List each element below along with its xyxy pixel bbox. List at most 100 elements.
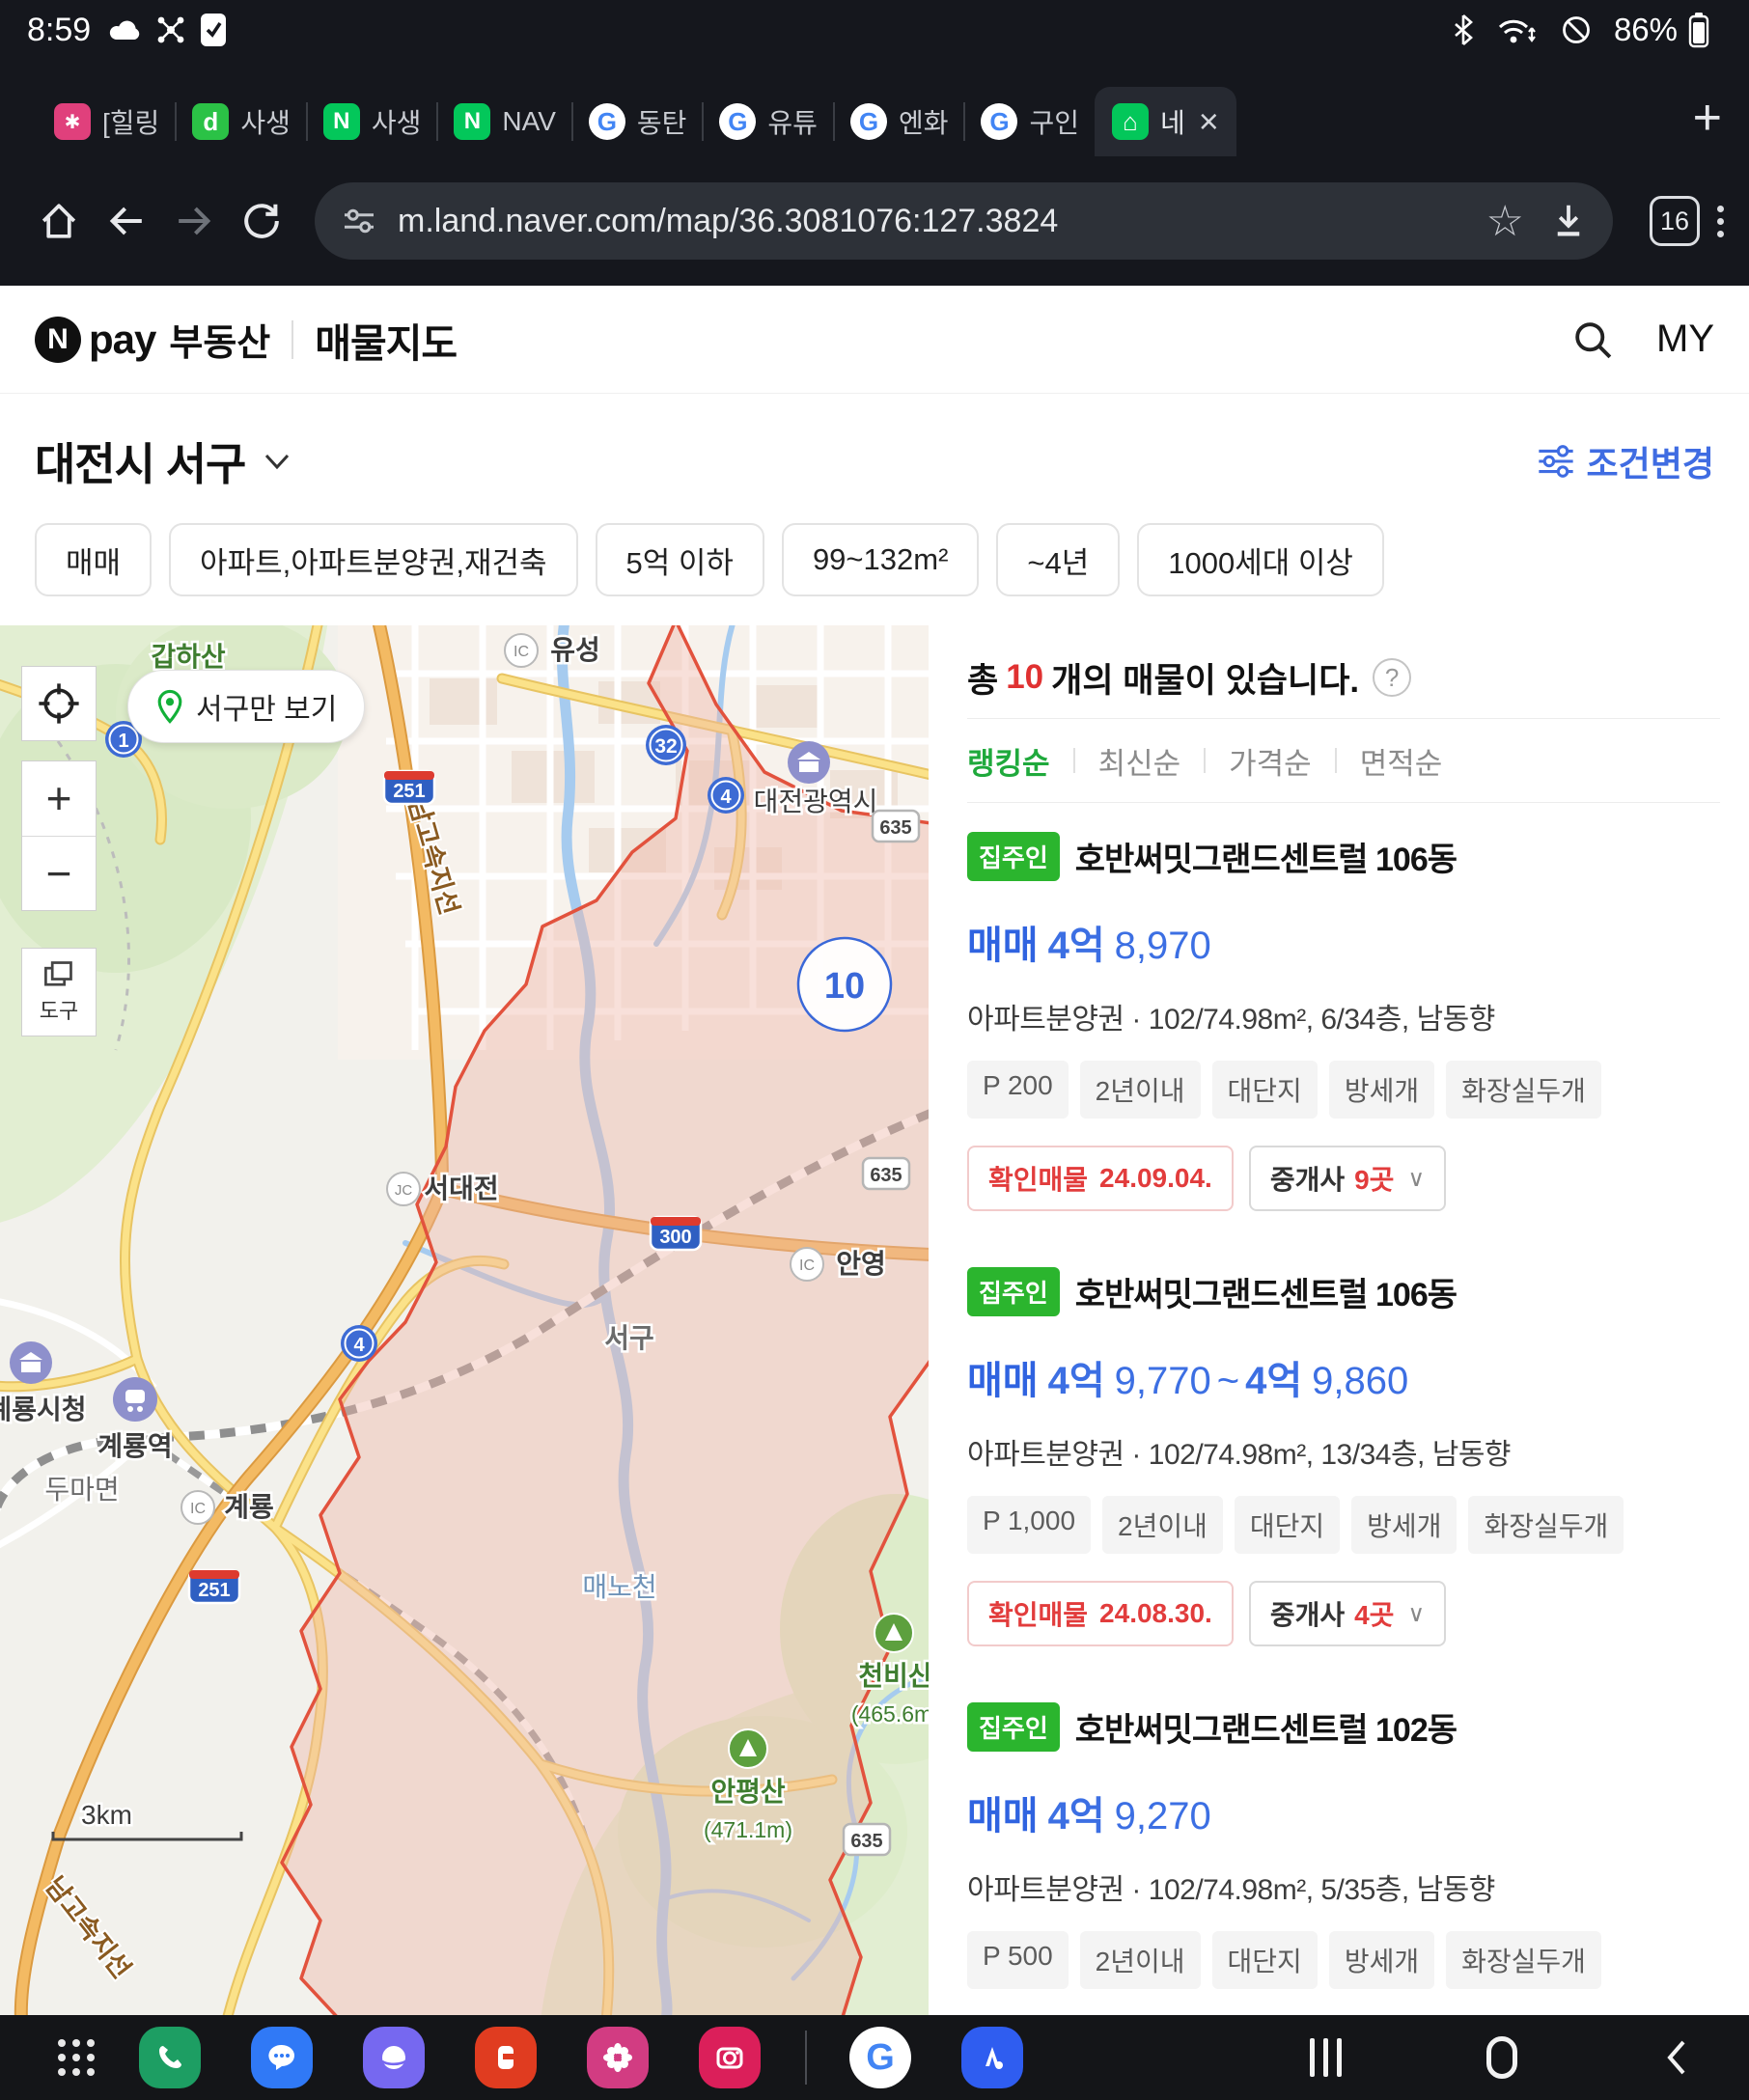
listing-detail: 아파트분양권 · 102/74.98m², 5/35층, 남동향 (967, 1865, 1720, 1908)
total-prefix: 총 (967, 653, 998, 703)
npay-logo[interactable]: N (35, 317, 81, 363)
naver-land-app-icon[interactable] (961, 2027, 1023, 2088)
route-shield-4-b: 4 (341, 1325, 377, 1362)
bookmark-star-icon[interactable]: ☆ (1486, 197, 1524, 246)
listing-title[interactable]: 호반써밋그랜드센트럴 106동 (1075, 833, 1457, 880)
google-favicon: G (589, 103, 625, 140)
menu-kebab-icon[interactable] (1717, 200, 1724, 243)
close-tab-icon[interactable]: × (1199, 101, 1219, 142)
svg-text:(471.1m): (471.1m) (704, 1817, 792, 1842)
owner-badge: 집주인 (967, 1702, 1060, 1752)
url-text[interactable]: m.land.naver.com/map/36.3081076:127.3824 (398, 203, 1477, 240)
filter-chip-area[interactable]: 99~132m² (782, 523, 979, 596)
agent-count-dropdown[interactable]: 중개사 4곳 ∨ (1249, 1581, 1446, 1646)
tab-healing[interactable]: ✱ [힐링 (39, 87, 175, 156)
phone-app-icon[interactable] (139, 2027, 201, 2088)
filter-chip-age[interactable]: ~4년 (996, 523, 1120, 596)
map-label-dumamyeon: 두마면 (44, 1475, 119, 1505)
red-app-icon[interactable] (475, 2027, 537, 2088)
layers-icon (42, 959, 75, 990)
zoom-control: + − (21, 760, 97, 911)
tab-google-jobs[interactable]: G 구인 (965, 87, 1095, 156)
download-icon[interactable] (1549, 200, 1588, 242)
sort-newest[interactable]: 최신순 (1098, 739, 1181, 783)
wifi-icon (1496, 13, 1539, 47)
new-tab-button[interactable]: + (1693, 93, 1722, 143)
route-badge-635-1: 635 (873, 811, 919, 842)
camera-app-icon[interactable] (699, 2027, 761, 2088)
listing-cluster-marker[interactable]: 10 (798, 938, 891, 1031)
browser-toolbar: m.land.naver.com/map/36.3081076:127.3824… (0, 156, 1749, 286)
sort-ranking[interactable]: 랭킹순 (967, 739, 1050, 783)
listing-tags: P 200 2년이내 대단지 방세개 화장실두개 (967, 1061, 1720, 1119)
filter-chip-households[interactable]: 1000세대 이상 (1137, 523, 1384, 596)
all-apps-icon[interactable] (58, 2039, 95, 2076)
change-conditions-button[interactable]: 조건변경 (1537, 436, 1714, 486)
home-button[interactable] (25, 199, 93, 243)
region-selector[interactable]: 대전시 서구 (35, 429, 245, 493)
svg-text:JC: JC (395, 1182, 413, 1199)
svg-text:안평산: 안평산 (710, 1777, 786, 1807)
agent-count-dropdown[interactable]: 중개사 9곳 ∨ (1249, 1146, 1446, 1211)
route-badge-635-2: 635 (863, 1158, 909, 1189)
help-icon[interactable]: ? (1373, 658, 1411, 697)
listing-card[interactable]: 집주인 호반써밋그랜드센트럴 102동 매매4억9,270 아파트분양권 · 1… (967, 1673, 1720, 2015)
chevron-down-icon[interactable] (261, 450, 293, 473)
current-location-button[interactable] (21, 666, 97, 741)
tab-naver-1[interactable]: N 사생 (308, 87, 437, 156)
filter-chip-trade-type[interactable]: 매매 (35, 523, 152, 596)
tab-naver-land-active[interactable]: ⌂ 네 × (1095, 87, 1236, 156)
tab-google-yen[interactable]: G 엔화 (835, 87, 964, 156)
service-name[interactable]: 부동산 (169, 313, 270, 366)
jc-seodaejeon-marker: JC 서대전 (387, 1173, 499, 1205)
listing-card[interactable]: 집주인 호반써밋그랜드센트럴 106동 매매4억8,970 아파트분양권 · 1… (967, 803, 1720, 1211)
ic-gyeryong-marker: IC 계룡 (181, 1491, 274, 1524)
svg-text:3km: 3km (81, 1800, 132, 1830)
interruption-blocked-icon (1560, 14, 1593, 46)
sort-price[interactable]: 가격순 (1229, 739, 1312, 783)
tab-google-youtube[interactable]: G 유튜 (704, 87, 833, 156)
listing-detail: 아파트분양권 · 102/74.98m², 13/34층, 남동향 (967, 1430, 1720, 1473)
reload-button[interactable] (228, 199, 295, 243)
back-button[interactable] (93, 199, 160, 243)
tab-google-dongtan[interactable]: G 동탄 (573, 87, 703, 156)
view-district-only-button[interactable]: 서구만 보기 (127, 670, 365, 743)
back-key[interactable] (1662, 2036, 1691, 2079)
sort-area[interactable]: 면적순 (1360, 739, 1443, 783)
zoom-in-button[interactable]: + (22, 761, 96, 836)
listing-title[interactable]: 호반써밋그랜드센트럴 106동 (1075, 1268, 1457, 1315)
search-icon[interactable] (1571, 318, 1614, 361)
site-settings-icon[interactable] (340, 202, 378, 240)
npay-logo-pay[interactable]: pay (89, 317, 155, 363)
chevron-down-icon: ∨ (1407, 1165, 1425, 1193)
svg-text:4: 4 (720, 787, 732, 808)
total-suffix: 개의 매물이 있습니다. (1051, 653, 1359, 703)
expressway-shield-251-b: 251 (189, 1570, 239, 1603)
listing-card[interactable]: 집주인 호반써밋그랜드센트럴 106동 매매4억9,770~4억9,860 아파… (967, 1238, 1720, 1646)
url-bar[interactable]: m.land.naver.com/map/36.3081076:127.3824… (315, 182, 1613, 260)
filter-chip-price[interactable]: 5억 이하 (596, 523, 764, 596)
filter-chip-property-type[interactable]: 아파트,아파트분양권,재건축 (169, 523, 577, 596)
listing-tags: P 1,000 2년이내 대단지 방세개 화장실두개 (967, 1496, 1720, 1554)
map-tools-button[interactable]: 도구 (21, 948, 97, 1036)
my-menu[interactable]: MY (1656, 318, 1714, 361)
battery-percent: 86% (1614, 12, 1678, 48)
map-canvas[interactable]: 갑하산 (468.7m) IC 유성 32 대전광역시 호남고속지선 (0, 625, 929, 2015)
tab-count-button[interactable]: 16 (1650, 196, 1700, 246)
tab-daum[interactable]: d 사생 (177, 87, 306, 156)
zoom-out-button[interactable]: − (22, 837, 96, 911)
home-key[interactable] (1486, 2036, 1517, 2079)
tab-naver-2[interactable]: N NAV (438, 87, 571, 156)
listing-title[interactable]: 호반써밋그랜드센트럴 102동 (1075, 1703, 1457, 1751)
flower-app-icon[interactable] (587, 2027, 649, 2088)
google-favicon: G (719, 103, 756, 140)
page-header: N pay 부동산 매물지도 MY (0, 286, 1749, 394)
google-app-icon[interactable]: G (849, 2027, 911, 2088)
samsung-internet-app-icon[interactable] (363, 2027, 425, 2088)
recents-key[interactable] (1310, 2038, 1342, 2077)
forward-button[interactable] (160, 199, 228, 243)
messages-app-icon[interactable] (251, 2027, 313, 2088)
expressway-shield-300: 300 (651, 1217, 701, 1250)
route-shield-32: 32 (646, 725, 686, 765)
naver-land-favicon: ⌂ (1112, 103, 1149, 140)
